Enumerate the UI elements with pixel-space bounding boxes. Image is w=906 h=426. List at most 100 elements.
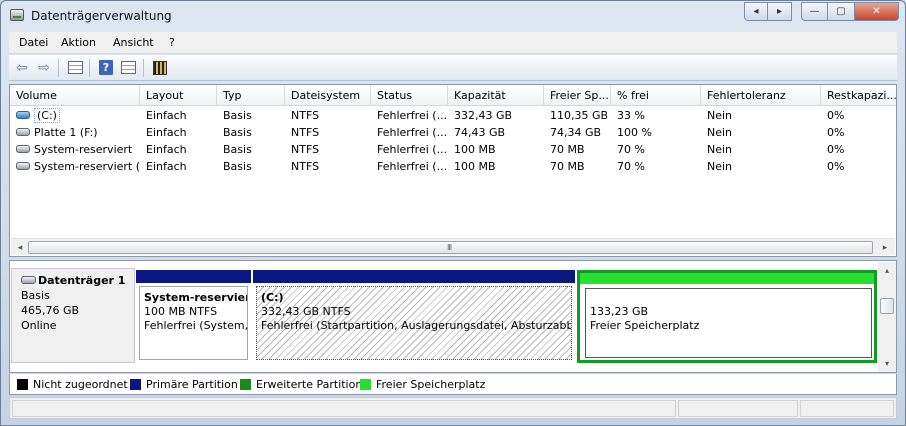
table-row[interactable]: System-reserviert (... Einfach Basis NTF… xyxy=(10,158,896,175)
menu-aktion[interactable]: Aktion xyxy=(61,36,96,49)
close-button[interactable]: ✕ xyxy=(855,2,899,21)
cell-dateisystem: NTFS xyxy=(291,126,320,139)
horizontal-scrollbar[interactable]: ◂ III ▸ xyxy=(11,238,895,255)
status-segment xyxy=(12,400,676,417)
cell-layout: Einfach xyxy=(146,143,187,156)
legend-label: Freier Speicherplatz xyxy=(376,378,486,391)
partition-status: Freier Speicherplatz xyxy=(590,319,700,332)
col-dateisystem[interactable]: Dateisystem xyxy=(285,85,371,106)
legend-item: Erweiterte Partition xyxy=(240,378,362,391)
cell-prozent-frei: 70 % xyxy=(617,160,645,173)
partition-bar xyxy=(253,270,575,283)
scroll-up-icon[interactable]: ▴ xyxy=(879,263,895,278)
volume-icon xyxy=(16,145,30,153)
toolbar: ⇦ ⇨ ? xyxy=(9,55,897,81)
scroll-grip: III xyxy=(447,243,452,252)
status-segment xyxy=(800,400,894,417)
partition-bar xyxy=(580,273,874,284)
partition-size: 332,43 GB NTFS xyxy=(261,305,351,318)
legend-swatch-extended xyxy=(240,379,251,390)
back-arrow-icon[interactable]: ⇦ xyxy=(13,59,31,76)
legend-item: Primäre Partition xyxy=(130,378,238,391)
disk-size: 465,76 GB xyxy=(21,304,80,317)
menu-datei[interactable]: Datei xyxy=(19,36,48,49)
table-row[interactable]: System-reserviert Einfach Basis NTFS Feh… xyxy=(10,141,896,158)
legend-label: Primäre Partition xyxy=(146,378,238,391)
partition-free-space[interactable]: 133,23 GB Freier Speicherplatz xyxy=(577,270,877,363)
legend-swatch-unallocated xyxy=(17,379,28,390)
col-fehlertoleranz[interactable]: Fehlertoleranz xyxy=(701,85,821,106)
partition-status: Fehlerfrei (System, A xyxy=(144,319,248,332)
col-layout[interactable]: Layout xyxy=(140,85,217,106)
cell-status: Fehlerfrei (... xyxy=(377,160,448,173)
cell-dateisystem: NTFS xyxy=(291,160,320,173)
cell-status: Fehlerfrei (... xyxy=(377,126,448,139)
volume-icon xyxy=(16,162,30,170)
cell-dateisystem: NTFS xyxy=(291,143,320,156)
table-row[interactable]: (C:) Einfach Basis NTFS Fehlerfrei (... … xyxy=(10,107,896,124)
legend: Nicht zugeordnet Primäre Partition Erwei… xyxy=(9,374,897,395)
legend-item: Nicht zugeordnet xyxy=(17,378,128,391)
aero-forward-button[interactable]: ▸ xyxy=(768,2,792,21)
minimize-button[interactable]: — xyxy=(801,2,828,21)
menu-ansicht[interactable]: Ansicht xyxy=(113,36,154,49)
cell-layout: Einfach xyxy=(146,126,187,139)
partition-system-reserved[interactable]: System-reserviert 100 MB NTFS Fehlerfrei… xyxy=(136,270,251,363)
console-tree-icon[interactable] xyxy=(66,59,84,76)
col-volume[interactable]: Volume xyxy=(10,85,140,106)
legend-swatch-primary xyxy=(130,379,141,390)
col-typ[interactable]: Typ xyxy=(217,85,285,106)
cell-fehlertoleranz: Nein xyxy=(707,160,733,173)
cell-typ: Basis xyxy=(223,126,252,139)
scroll-down-icon[interactable]: ▾ xyxy=(879,356,895,371)
cell-kapazitaet: 100 MB xyxy=(454,160,496,173)
status-bar xyxy=(9,397,897,419)
volume-list-header: Volume Layout Typ Dateisystem Status Kap… xyxy=(10,85,896,106)
disk-type: Basis xyxy=(21,289,50,302)
cell-typ: Basis xyxy=(223,143,252,156)
window-title: Datenträgerverwaltung xyxy=(31,9,172,23)
partition-size: 133,23 GB xyxy=(590,305,649,318)
horizontal-scroll-thumb[interactable]: III xyxy=(28,241,873,254)
disk-icon xyxy=(21,276,36,284)
col-prozent-frei[interactable]: % frei xyxy=(611,85,701,106)
cell-freier-speicher: 70 MB xyxy=(550,143,585,156)
cell-freier-speicher: 110,35 GB xyxy=(550,109,609,122)
col-status[interactable]: Status xyxy=(371,85,448,106)
volume-rows: (C:) Einfach Basis NTFS Fehlerfrei (... … xyxy=(10,107,896,175)
vertical-scroll-thumb[interactable] xyxy=(880,298,894,314)
cell-prozent-frei: 70 % xyxy=(617,143,645,156)
disk-settings-icon[interactable] xyxy=(151,59,169,76)
cell-restkapazitaet: 0% xyxy=(827,126,845,139)
disk-management-icon xyxy=(10,9,24,21)
aero-back-button[interactable]: ◂ xyxy=(744,2,768,21)
col-kapazitaet[interactable]: Kapazität xyxy=(448,85,544,106)
partition-bar xyxy=(136,270,251,283)
maximize-button[interactable]: ▢ xyxy=(828,2,855,21)
cell-prozent-frei: 33 % xyxy=(617,109,645,122)
cell-typ: Basis xyxy=(223,109,252,122)
legend-label: Nicht zugeordnet xyxy=(33,378,128,391)
forward-arrow-icon[interactable]: ⇨ xyxy=(35,59,53,76)
scroll-right-icon[interactable]: ▸ xyxy=(877,240,893,255)
status-segment xyxy=(678,400,798,417)
cell-fehlertoleranz: Nein xyxy=(707,143,733,156)
help-icon[interactable]: ? xyxy=(97,59,115,76)
partition-c[interactable]: (C:) 332,43 GB NTFS Fehlerfrei (Startpar… xyxy=(253,270,575,363)
col-freier-speicher[interactable]: Freier Sp... xyxy=(544,85,611,106)
table-row[interactable]: Platte 1 (F:) Einfach Basis NTFS Fehlerf… xyxy=(10,124,896,141)
volume-name: (C:) xyxy=(34,108,60,123)
properties-icon[interactable] xyxy=(119,59,137,76)
vertical-scrollbar[interactable]: ▴ ▾ xyxy=(878,262,896,372)
scroll-left-icon[interactable]: ◂ xyxy=(12,240,28,255)
legend-label: Erweiterte Partition xyxy=(256,378,363,391)
cell-status: Fehlerfrei (... xyxy=(377,143,448,156)
cell-layout: Einfach xyxy=(146,109,187,122)
col-restkapazitaet[interactable]: Restkapazi... xyxy=(821,85,896,106)
menu-help[interactable]: ? xyxy=(169,36,175,49)
partition-size: 100 MB NTFS xyxy=(144,305,218,318)
cell-prozent-frei: 100 % xyxy=(617,126,652,139)
disk-info-box[interactable]: Datenträger 1 Basis 465,76 GB Online xyxy=(11,268,135,363)
disk-graphical-view: Datenträger 1 Basis 465,76 GB Online Sys… xyxy=(9,260,897,373)
legend-item: Freier Speicherplatz xyxy=(360,378,485,391)
